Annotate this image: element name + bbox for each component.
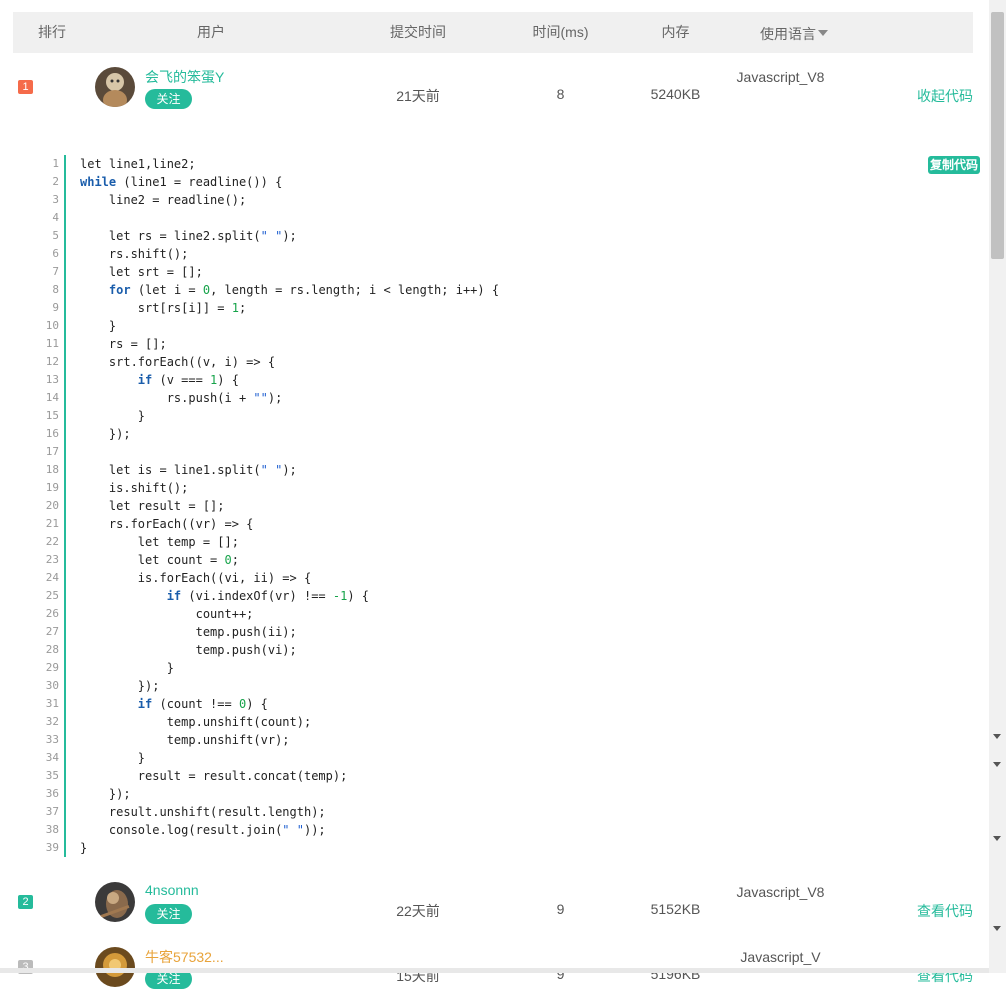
language: Javascript_V8	[736, 884, 825, 900]
line-number: 22	[45, 535, 59, 548]
ranking-table: 排行 用户 提交时间 时间(ms) 内存 使用语言 1 会飞的笨蛋Y 关注 21…	[13, 12, 980, 989]
line-number: 32	[45, 715, 59, 728]
line-number: 14	[45, 391, 59, 404]
line-number: 30	[45, 679, 59, 692]
line-number: 21	[45, 517, 59, 530]
view-code-link[interactable]: 查看代码	[903, 901, 973, 921]
line-number: 6	[52, 247, 59, 260]
line-number: 19	[45, 481, 59, 494]
scroll-down-icon[interactable]	[993, 762, 1001, 767]
username-link[interactable]: 牛客57532...	[145, 947, 224, 967]
username-link[interactable]: 4nsonnn	[145, 882, 199, 898]
avatar[interactable]	[95, 947, 135, 987]
vertical-scrollbar[interactable]	[989, 0, 1006, 973]
run-time: 8	[556, 86, 565, 102]
follow-button[interactable]: 关注	[145, 904, 192, 924]
table-row: 1 会飞的笨蛋Y 关注 21天前 8 5240KB Javascript_V8 …	[13, 53, 973, 117]
line-number: 26	[45, 607, 59, 620]
scroll-down-icon[interactable]	[993, 836, 1001, 841]
line-number: 23	[45, 553, 59, 566]
avatar[interactable]	[95, 67, 135, 107]
scroll-down-icon[interactable]	[993, 926, 1001, 931]
line-number: 1	[52, 157, 59, 170]
submit-time: 22天前	[396, 903, 440, 919]
table-header: 排行 用户 提交时间 时间(ms) 内存 使用语言	[13, 12, 973, 53]
follow-button[interactable]: 关注	[145, 89, 192, 109]
line-number: 7	[52, 265, 59, 278]
memory: 5152KB	[650, 901, 701, 917]
rank-badge: 1	[18, 80, 33, 94]
username-link[interactable]: 会飞的笨蛋Y	[145, 67, 224, 87]
line-number: 2	[52, 175, 59, 188]
horizontal-scrollbar[interactable]	[0, 968, 989, 973]
code-accent-bar	[64, 155, 66, 857]
chevron-down-icon[interactable]	[818, 30, 828, 36]
avatar[interactable]	[95, 882, 135, 922]
scroll-down-icon[interactable]	[993, 734, 1001, 739]
line-number: 39	[45, 841, 59, 854]
line-number: 10	[45, 319, 59, 332]
line-number: 37	[45, 805, 59, 818]
header-memory: 内存	[661, 24, 690, 40]
line-number: 35	[45, 769, 59, 782]
line-number: 28	[45, 643, 59, 656]
run-time: 9	[556, 901, 565, 917]
line-number: 36	[45, 787, 59, 800]
rank-badge: 2	[18, 895, 33, 909]
memory: 5240KB	[650, 86, 701, 102]
line-number: 31	[45, 697, 59, 710]
line-number: 9	[52, 301, 59, 314]
table-row: 2 4nsonnn 关注 22天前 9 5152KB Javascript_V8…	[13, 868, 973, 932]
header-user: 用户	[197, 24, 225, 40]
copy-code-button[interactable]: 复制代码	[928, 156, 980, 174]
line-number: 27	[45, 625, 59, 638]
scrollbar-thumb[interactable]	[991, 12, 1004, 259]
line-number: 8	[52, 283, 59, 296]
line-number: 15	[45, 409, 59, 422]
code-content: let line1,line2; while (line1 = readline…	[80, 157, 500, 855]
table-row: 3 牛客57532... 关注 15天前 9 5196KB Javascript…	[13, 933, 973, 997]
line-number: 20	[45, 499, 59, 512]
line-number: 29	[45, 661, 59, 674]
line-number: 18	[45, 463, 59, 476]
code-block: 1 2 3 4 5 6 7 8 9 10 11 12 13 14 15 16 17 18 19 20 21 22 23 24 2…	[35, 142, 980, 857]
line-number: 5	[52, 229, 59, 242]
line-number: 25	[45, 589, 59, 602]
header-time-ms: 时间(ms)	[532, 24, 589, 40]
line-number: 34	[45, 751, 59, 764]
submit-time: 21天前	[396, 88, 440, 104]
line-number: 33	[45, 733, 59, 746]
line-number: 24	[45, 571, 59, 584]
line-number: 16	[45, 427, 59, 440]
line-numbers: 1 2 3 4 5 6 7 8 9 10 11 12 13 14 15 16 17 18 19 20 21 22 23 24 2…	[35, 155, 59, 857]
language: Javascript_V	[740, 949, 821, 965]
line-number: 12	[45, 355, 59, 368]
header-submit-time: 提交时间	[390, 24, 446, 40]
line-number: 4	[52, 211, 59, 224]
line-number: 13	[45, 373, 59, 386]
collapse-code-link[interactable]: 收起代码	[903, 86, 973, 106]
header-rank: 排行	[38, 24, 66, 40]
line-number: 3	[52, 193, 59, 206]
line-number: 11	[45, 337, 59, 350]
line-number: 38	[45, 823, 59, 836]
line-number: 17	[45, 445, 59, 458]
language: Javascript_V8	[736, 69, 825, 85]
